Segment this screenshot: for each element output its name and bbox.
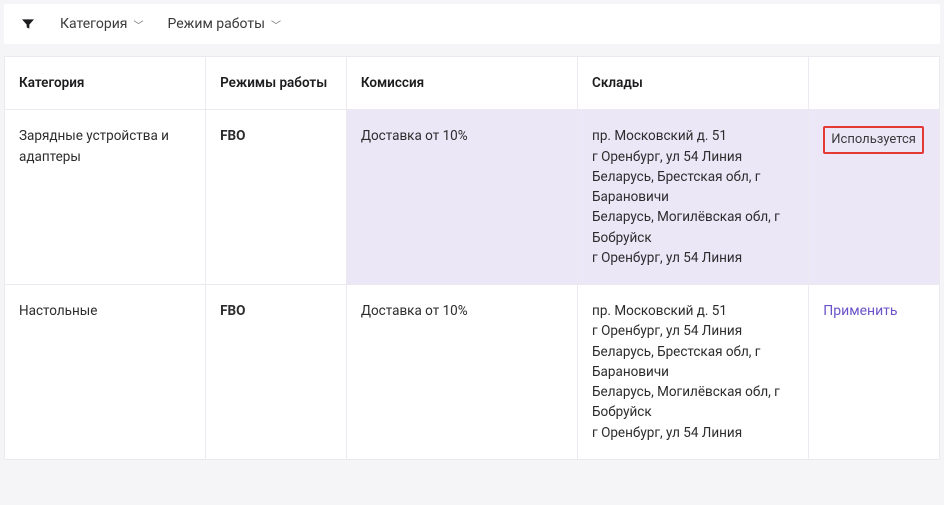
warehouse-line: г Оренбург, ул 54 Линия [592,248,794,268]
status-badge-used: Используется [823,126,924,154]
col-header-category: Категория [5,57,206,110]
col-header-actions [809,57,940,110]
table-header-row: Категория Режимы работы Комиссия Склады [5,57,940,110]
filter-bar: Категория ﹀ Режим работы ﹀ [4,4,940,44]
cell-action: Применить [809,285,940,460]
col-header-modes: Режимы работы [206,57,347,110]
cell-warehouses: пр. Московский д. 51 г Оренбург, ул 54 Л… [578,285,809,460]
cell-commission: Доставка от 10% [346,285,577,460]
chevron-down-icon: ﹀ [271,17,281,32]
cell-action: Используется [809,110,940,285]
filter-category-label: Категория [60,16,127,32]
warehouse-line: Беларусь, Брестская обл, г Барановичи [592,342,794,383]
mode-value: FBO [220,303,245,319]
cell-warehouses: пр. Московский д. 51 г Оренбург, ул 54 Л… [578,110,809,285]
table-row: Зарядные устройства и адаптеры FBO Доста… [5,110,940,285]
chevron-down-icon: ﹀ [133,17,143,32]
filter-mode-label: Режим работы [167,16,265,32]
filter-mode-dropdown[interactable]: Режим работы ﹀ [167,12,281,36]
mode-value: FBO [220,128,245,144]
warehouse-line: г Оренбург, ул 54 Линия [592,147,794,167]
cell-mode: FBO [206,285,347,460]
warehouse-line: г Оренбург, ул 54 Линия [592,423,794,443]
cell-mode: FBO [206,110,347,285]
filter-category-dropdown[interactable]: Категория ﹀ [60,12,143,36]
rules-table: Категория Режимы работы Комиссия Склады … [4,56,940,460]
cell-commission: Доставка от 10% [346,110,577,285]
col-header-commission: Комиссия [346,57,577,110]
cell-category: Настольные [5,285,206,460]
warehouse-line: Беларусь, Брестская обл, г Барановичи [592,167,794,208]
filter-icon [20,16,36,32]
warehouse-line: пр. Московский д. 51 [592,126,794,146]
apply-button[interactable]: Применить [823,303,897,319]
col-header-warehouses: Склады [578,57,809,110]
warehouse-line: г Оренбург, ул 54 Линия [592,321,794,341]
warehouse-line: Беларусь, Могилёвская обл, г Бобруйск [592,382,794,423]
table-row: Настольные FBO Доставка от 10% пр. Моско… [5,285,940,460]
warehouse-line: пр. Московский д. 51 [592,301,794,321]
warehouse-line: Беларусь, Могилёвская обл, г Бобруйск [592,207,794,248]
cell-category: Зарядные устройства и адаптеры [5,110,206,285]
